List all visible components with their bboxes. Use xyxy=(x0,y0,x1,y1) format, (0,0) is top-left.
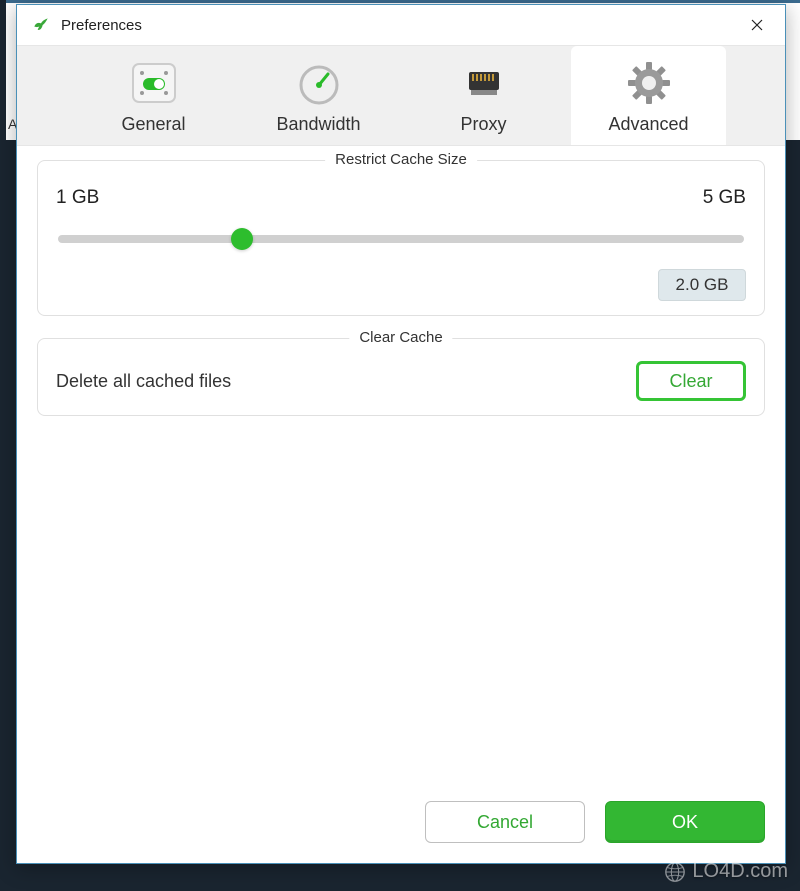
tab-advanced-label: Advanced xyxy=(571,114,726,135)
tab-bandwidth-label: Bandwidth xyxy=(241,114,396,135)
tab-general[interactable]: General xyxy=(76,46,231,145)
content-area: Restrict Cache Size 1 GB 5 GB 2.0 GB Cle… xyxy=(17,146,785,785)
ethernet-icon xyxy=(406,58,561,108)
restrict-cache-legend: Restrict Cache Size xyxy=(325,151,477,168)
clear-cache-description: Delete all cached files xyxy=(56,371,231,392)
tab-proxy-label: Proxy xyxy=(406,114,561,135)
gauge-icon xyxy=(241,58,396,108)
slider-min-label: 1 GB xyxy=(56,187,99,209)
window-title: Preferences xyxy=(61,17,737,34)
tab-proxy[interactable]: Proxy xyxy=(406,46,561,145)
tab-bandwidth[interactable]: Bandwidth xyxy=(241,46,396,145)
ok-button[interactable]: OK xyxy=(605,801,765,843)
tabs-strip: General Bandwidth xyxy=(17,45,785,146)
close-button[interactable] xyxy=(737,9,777,41)
titlebar: Preferences xyxy=(17,5,785,45)
tab-general-label: General xyxy=(76,114,231,135)
clear-button[interactable]: Clear xyxy=(636,361,746,401)
slider-range-labels: 1 GB 5 GB xyxy=(56,187,746,209)
slider-thumb[interactable] xyxy=(231,228,253,250)
tab-advanced[interactable]: Advanced xyxy=(571,46,726,145)
clear-cache-legend: Clear Cache xyxy=(349,329,452,346)
preferences-dialog: Preferences General xyxy=(16,4,786,864)
gear-icon xyxy=(571,58,726,108)
slider-max-label: 5 GB xyxy=(703,187,746,209)
app-icon xyxy=(31,15,51,35)
cancel-button[interactable]: Cancel xyxy=(425,801,585,843)
slider-track xyxy=(58,235,744,243)
cache-size-slider[interactable] xyxy=(56,227,746,251)
dialog-footer: Cancel OK xyxy=(17,785,785,863)
clear-cache-fieldset: Clear Cache Delete all cached files Clea… xyxy=(37,338,765,416)
slider-value-display: 2.0 GB xyxy=(658,269,746,301)
restrict-cache-fieldset: Restrict Cache Size 1 GB 5 GB 2.0 GB xyxy=(37,160,765,316)
toggle-icon xyxy=(76,58,231,108)
